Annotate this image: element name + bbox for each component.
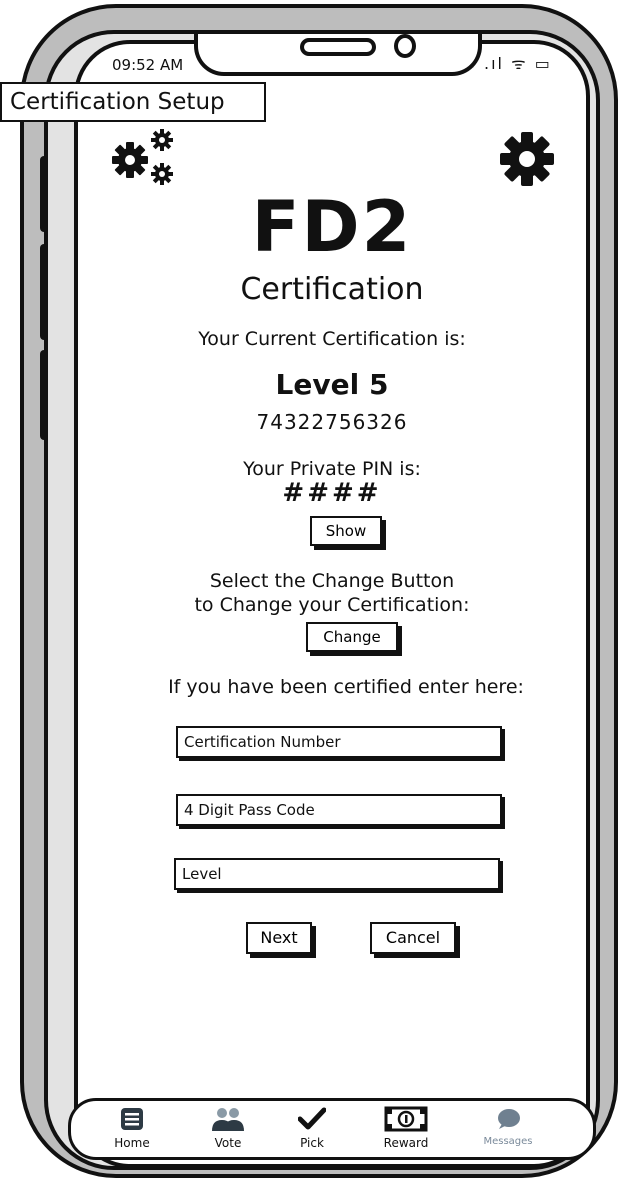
gears-icon[interactable]: [108, 126, 180, 190]
brand-logo-text: FD2: [251, 186, 413, 268]
tab-messages[interactable]: Messages: [478, 1104, 538, 1147]
cancel-button[interactable]: Cancel: [370, 922, 456, 954]
tab-reward-label: Reward: [383, 1136, 429, 1150]
tab-pick[interactable]: Pick: [282, 1104, 342, 1150]
show-pin-button[interactable]: Show: [310, 516, 382, 546]
phone-mockup: 09:52 AM .ıl ᯤ ▭ Certification Setup FD2…: [0, 0, 630, 1184]
dollar-bill-icon: [376, 1104, 436, 1134]
tab-vote-label: Vote: [214, 1136, 242, 1150]
status-icons: .ıl ᯤ ▭: [484, 54, 552, 73]
status-time: 09:52 AM: [112, 56, 184, 74]
certification-level: Level 5: [275, 368, 389, 401]
page-subtitle: Certification: [240, 272, 424, 307]
tab-reward[interactable]: Reward: [376, 1104, 436, 1150]
certification-number-input[interactable]: [176, 726, 502, 758]
chat-bubble-icon: [478, 1104, 538, 1134]
change-instructions-line2: to Change your Certification:: [194, 594, 470, 616]
current-certification-label: Your Current Certification is:: [198, 328, 466, 350]
certification-number: 74322756326: [256, 410, 408, 434]
level-input[interactable]: [174, 858, 500, 890]
change-instructions-line1: Select the Change Button: [209, 570, 455, 592]
settings-gear-icon[interactable]: [498, 130, 556, 188]
tab-vote[interactable]: Vote: [198, 1104, 258, 1150]
change-certification-button[interactable]: Change: [306, 622, 398, 652]
camera: [394, 34, 416, 58]
private-pin-label: Your Private PIN is:: [243, 458, 421, 480]
next-button[interactable]: Next: [246, 922, 312, 954]
certified-entry-prompt: If you have been certified enter here:: [168, 676, 524, 698]
tab-messages-label: Messages: [483, 1136, 533, 1147]
masked-pin: ####: [282, 478, 382, 508]
tab-pick-label: Pick: [300, 1136, 324, 1150]
page-title-label: Certification Setup: [0, 82, 266, 122]
pass-code-input[interactable]: [176, 794, 502, 826]
speaker: [300, 38, 376, 56]
checkmark-icon: [282, 1104, 342, 1134]
people-icon: [198, 1104, 258, 1134]
tab-home-label: Home: [114, 1136, 150, 1150]
home-list-icon: [102, 1104, 162, 1134]
tab-home[interactable]: Home: [102, 1104, 162, 1150]
